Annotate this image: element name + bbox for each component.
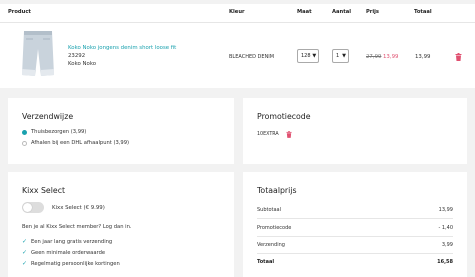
summary-row-promo: Promotiecode - 1,40 <box>257 225 453 231</box>
shipping-card: Verzendwijze Thuisbezorgen (3,99) Afhale… <box>8 98 234 164</box>
kixx-member-text[interactable]: Ben je al Kixx Select member? Log dan in… <box>22 224 132 230</box>
price-original: 27,99 <box>366 54 382 60</box>
summary-label: Promotiecode <box>257 225 292 231</box>
shipping-option-label: Thuisbezorgen (3,99) <box>31 129 87 135</box>
check-icon: ✓ <box>22 260 28 267</box>
benefit-label: Regelmatig persoonlijke kortingen <box>31 260 120 267</box>
summary-card: Totaalprijs Subtotaal 13,99 Promotiecode… <box>243 172 467 277</box>
size-select-value: 128 <box>301 53 311 59</box>
header-size: Maat <box>297 9 312 15</box>
summary-value: - 1,40 <box>438 225 453 231</box>
shipping-option-pickup[interactable]: Afhalen bij een DHL afhaalpunt (3,99) <box>22 140 129 146</box>
trash-icon[interactable] <box>286 131 292 138</box>
product-image[interactable] <box>18 29 58 81</box>
total-value: 16,58 <box>437 259 453 265</box>
product-color: BLEACHED DENIM <box>229 54 275 60</box>
header-product: Product <box>8 9 31 15</box>
size-select[interactable]: 128 ▼ <box>297 49 319 63</box>
promo-card: Promotiecode 10EXTRA <box>243 98 467 164</box>
header-divider <box>0 22 475 23</box>
header-qty: Aantal <box>332 9 351 15</box>
cart-table: Product Kleur Maat Aantal Prijs Totaal K… <box>0 4 475 88</box>
chevron-down-icon: ▼ <box>342 53 346 59</box>
quantity-select[interactable]: 1 ▼ <box>332 49 349 63</box>
toggle-knob <box>23 203 32 212</box>
summary-label: Subtotaal <box>257 207 282 213</box>
chevron-down-icon: ▼ <box>312 53 317 59</box>
radio-unselected[interactable] <box>22 140 27 146</box>
benefit-item: ✓ Een jaar lang gratis verzending <box>22 238 112 245</box>
total-label: Totaal <box>257 259 275 265</box>
benefit-item: ✓ Geen minimale orderwaarde <box>22 249 105 256</box>
product-name-link[interactable]: Koko Noko jongens denim short loose fit <box>68 45 176 51</box>
header-color: Kleur <box>229 9 245 15</box>
checkout-page: Product Kleur Maat Aantal Prijs Totaal K… <box>0 0 475 277</box>
summary-title: Totaalprijs <box>257 186 297 195</box>
product-sku: 23292 <box>68 53 86 59</box>
radio-selected[interactable] <box>22 129 27 135</box>
shipping-option-home[interactable]: Thuisbezorgen (3,99) <box>22 129 86 135</box>
summary-divider <box>257 218 453 219</box>
summary-value: 13,99 <box>438 207 453 213</box>
line-total: 13,99 <box>415 54 431 60</box>
summary-row-total: Totaal 16,58 <box>257 259 453 265</box>
benefit-label: Geen minimale orderwaarde <box>31 249 106 256</box>
promo-title: Promotiecode <box>257 112 311 121</box>
benefit-label: Een jaar lang gratis verzending <box>31 238 113 245</box>
header-price: Prijs <box>366 9 380 15</box>
summary-row-shipping: Verzending 3,99 <box>257 242 453 248</box>
shipping-title: Verzendwijze <box>22 112 74 121</box>
check-icon: ✓ <box>22 238 28 245</box>
summary-label: Verzending <box>257 242 285 248</box>
header-total: Totaal <box>414 9 432 15</box>
benefit-item: ✓ Regelmatig persoonlijke kortingen <box>22 260 120 267</box>
trash-icon[interactable] <box>455 53 462 61</box>
summary-row-subtotal: Subtotaal 13,99 <box>257 207 453 213</box>
check-icon: ✓ <box>22 249 28 256</box>
kixx-title: Kixx Select <box>22 186 66 195</box>
price-sale: 13,99 <box>383 54 399 60</box>
kixx-select-card: Kixx Select Kixx Select (€ 9.99) Ben je … <box>8 172 234 277</box>
summary-divider <box>257 253 453 254</box>
shipping-option-label: Afhalen bij een DHL afhaalpunt (3,99) <box>31 140 130 146</box>
summary-divider <box>257 236 453 237</box>
kixx-toggle[interactable] <box>22 202 44 213</box>
promo-code: 10EXTRA <box>257 132 279 137</box>
kixx-toggle-label: Kixx Select (€ 9.99) <box>52 205 105 211</box>
product-brand: Koko Noko <box>68 61 97 67</box>
summary-value: 3,99 <box>441 242 453 248</box>
